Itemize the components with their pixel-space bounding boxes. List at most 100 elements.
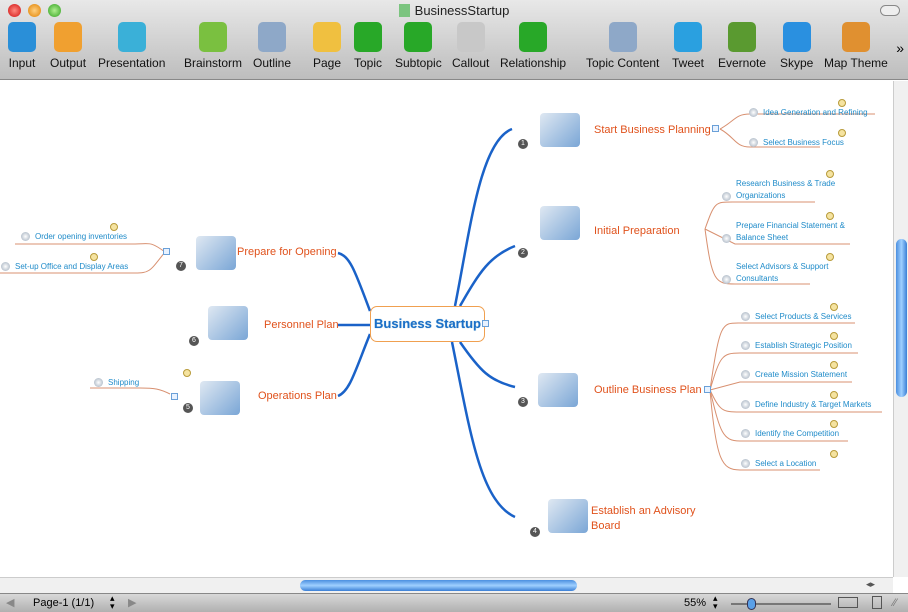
subtopic[interactable]: Identify the Competition <box>755 428 839 440</box>
callout-icon <box>456 22 485 52</box>
note-icon[interactable] <box>830 361 838 369</box>
main-topic[interactable]: Operations Plan <box>258 390 337 402</box>
note-icon[interactable] <box>830 303 838 311</box>
note-icon[interactable] <box>830 420 838 428</box>
branch-7 <box>337 251 372 312</box>
topic-image-icon <box>548 499 588 533</box>
subtopic[interactable]: Create Mission Statement <box>755 369 847 381</box>
main-topic-label: Operations Plan <box>258 390 337 402</box>
topic-image-icon <box>200 381 240 415</box>
branch-3 <box>458 341 516 389</box>
task-progress-icon <box>722 234 731 243</box>
subtopic[interactable]: Select Advisors & Support Consultants <box>736 261 849 285</box>
subtopic[interactable]: Idea Generation and Refining <box>763 107 868 119</box>
zoom-level: 55% <box>684 597 707 609</box>
vertical-scrollbar[interactable] <box>893 81 908 577</box>
subtopic[interactable]: Select a Location <box>755 458 816 470</box>
toolbar-output-button[interactable]: Output <box>50 22 86 70</box>
main-topic[interactable]: Start Business Planning <box>594 124 711 136</box>
topic-number-badge: 6 <box>189 336 199 346</box>
task-progress-icon <box>722 192 731 201</box>
collapse-toggle[interactable] <box>163 248 170 255</box>
toolbar-page-button[interactable]: Page <box>313 22 341 70</box>
vertical-scroll-thumb[interactable] <box>896 239 907 397</box>
collapse-toggle[interactable] <box>712 125 719 132</box>
task-progress-icon <box>741 429 750 438</box>
map-theme-icon <box>841 22 870 52</box>
subtopic[interactable]: Shipping <box>108 377 139 389</box>
toolbar-skype-button[interactable]: Skype <box>780 22 813 70</box>
lightbulb-icon <box>199 22 227 52</box>
toolbar-brainstorm-button[interactable]: Brainstorm <box>184 22 242 70</box>
output-arrow-icon <box>54 22 83 52</box>
zoom-slider[interactable] <box>731 598 831 610</box>
main-topic[interactable]: Personnel Plan <box>264 319 339 331</box>
zoom-stepper-icon[interactable]: ▴ ▾ <box>713 594 718 611</box>
scroll-arrows-icon[interactable]: ◂▸ <box>866 579 875 590</box>
toolbar-relationship-button[interactable]: Relationship <box>500 22 566 70</box>
resize-grip-icon: ⁄⁄ <box>893 597 897 609</box>
previous-page-icon[interactable]: ◀ <box>6 596 14 609</box>
note-icon[interactable] <box>90 253 98 261</box>
subtopic[interactable]: Select Products & Services <box>755 311 851 323</box>
subtopic-add-icon <box>404 22 433 52</box>
subtopic[interactable]: Order opening inventories <box>35 231 127 243</box>
toolbar-outline-button[interactable]: Outline <box>253 22 291 70</box>
horizontal-scroll-thumb[interactable] <box>300 580 577 591</box>
main-topic[interactable]: Prepare for Opening <box>237 246 337 258</box>
horizontal-scrollbar[interactable]: ◂▸ <box>0 577 893 593</box>
toolbar-toggle-button[interactable] <box>880 5 900 16</box>
note-icon[interactable] <box>110 223 118 231</box>
toolbar-tweet-button[interactable]: Tweet <box>672 22 704 70</box>
zoom-slider-knob[interactable] <box>747 598 756 610</box>
toolbar-topic-button[interactable]: Topic <box>354 22 382 70</box>
collapse-toggle[interactable] <box>171 393 178 400</box>
collapse-toggle[interactable] <box>704 386 711 393</box>
note-icon[interactable] <box>838 99 846 107</box>
note-icon[interactable] <box>183 369 191 377</box>
subtopic[interactable]: Establish Strategic Position <box>755 340 852 352</box>
collapse-toggle[interactable] <box>482 320 489 327</box>
toolbar-topic-content-button[interactable]: Topic Content <box>586 22 659 70</box>
note-icon[interactable] <box>826 170 834 178</box>
toolbar-subtopic-button[interactable]: Subtopic <box>395 22 442 70</box>
mind-map-canvas[interactable]: Business Startup 1 Start Business Plannin… <box>0 81 893 577</box>
page-stepper-icon[interactable]: ▴ ▾ <box>110 594 115 611</box>
subtopic[interactable]: Set-up Office and Display Areas <box>15 261 128 273</box>
next-page-icon[interactable]: ▶ <box>128 596 136 609</box>
main-topic[interactable]: Establish an Advisory Board <box>591 504 711 534</box>
evernote-icon <box>728 22 757 52</box>
subtopic[interactable]: Prepare Financial Statement & Balance Sh… <box>736 220 849 244</box>
topic-number-badge: 5 <box>183 403 193 413</box>
note-icon[interactable] <box>830 450 838 458</box>
document-icon <box>398 4 410 17</box>
toolbar-evernote-button[interactable]: Evernote <box>718 22 766 70</box>
toolbar-callout-button[interactable]: Callout <box>452 22 489 70</box>
task-progress-icon <box>749 138 758 147</box>
note-icon[interactable] <box>838 129 846 137</box>
twitter-bird-icon <box>674 22 702 52</box>
subtopic[interactable]: Select Business Focus <box>763 137 844 149</box>
branch-5 <box>337 333 372 398</box>
central-topic[interactable]: Business Startup <box>370 306 485 342</box>
note-icon[interactable] <box>826 253 834 261</box>
note-icon[interactable] <box>830 391 838 399</box>
toolbar-overflow-icon[interactable]: » <box>896 40 904 56</box>
subtopic[interactable]: Define Industry & Target Markets <box>755 399 871 411</box>
central-topic-label: Business Startup <box>374 316 481 331</box>
toolbar-presentation-button[interactable]: Presentation <box>98 22 165 70</box>
note-icon[interactable] <box>826 212 834 220</box>
filmstrip-icon[interactable] <box>872 596 882 609</box>
topic-number-badge: 7 <box>176 261 186 271</box>
fit-page-icon[interactable] <box>838 597 858 608</box>
toolbar-input-button[interactable]: Input <box>8 22 36 70</box>
subtopic-label: Select a Location <box>755 459 817 468</box>
task-progress-icon <box>741 341 750 350</box>
main-topic[interactable]: Initial Preparation <box>594 225 680 237</box>
toolbar-map-theme-button[interactable]: Map Theme <box>824 22 888 70</box>
subtopic[interactable]: Research Business & Trade Organizations <box>736 178 849 202</box>
toolbar-label: Output <box>50 56 87 70</box>
main-topic[interactable]: Outline Business Plan <box>594 384 702 396</box>
note-icon[interactable] <box>830 332 838 340</box>
subtopic-label: Select Products & Services <box>755 312 852 321</box>
